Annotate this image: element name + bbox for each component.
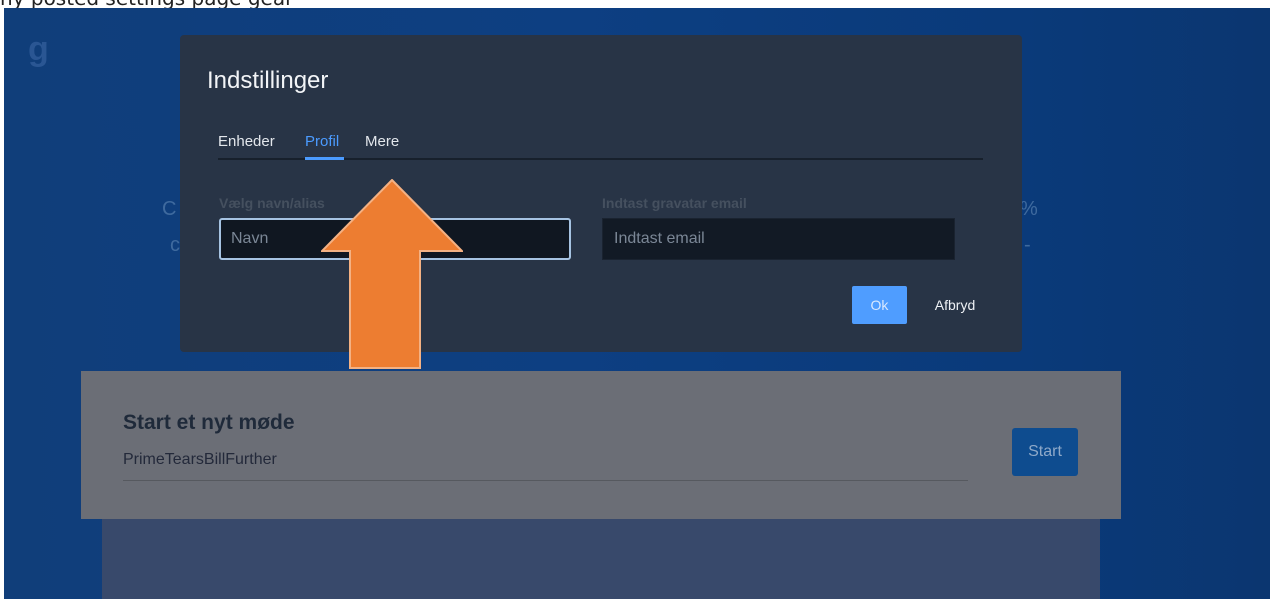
start-meeting-button[interactable]: Start: [1012, 428, 1078, 476]
background-text-left-2: c: [170, 234, 180, 256]
tab-profil[interactable]: Profil: [305, 133, 339, 150]
start-meeting-card: Start et nyt møde PrimeTearsBillFurther …: [81, 371, 1121, 519]
email-field-label: Indtast gravatar email: [602, 195, 747, 211]
lower-panel: [102, 518, 1100, 599]
top-strip: ny posted settings page gear: [0, 0, 1274, 8]
background-text-right-2: -: [1024, 234, 1031, 256]
app-background: g C c % - Start et nyt møde PrimeTearsBi…: [4, 8, 1270, 599]
email-input[interactable]: [602, 218, 955, 260]
room-name-underline: [123, 480, 968, 481]
cancel-button[interactable]: Afbryd: [920, 286, 990, 324]
start-meeting-title: Start et nyt møde: [123, 411, 295, 434]
name-field-label: Vælg navn/alias: [219, 195, 325, 211]
top-strip-text: ny posted settings page gear: [0, 0, 293, 8]
background-text-right-1: %: [1020, 198, 1038, 220]
active-tab-indicator: [305, 157, 344, 160]
background-logo-fragment: g: [28, 30, 49, 68]
settings-dialog: Indstillinger Enheder Profil Mere Vælg n…: [180, 35, 1022, 352]
tab-mere[interactable]: Mere: [365, 133, 399, 150]
room-name-value[interactable]: PrimeTearsBillFurther: [123, 451, 277, 469]
tab-enheder[interactable]: Enheder: [218, 133, 275, 150]
background-text-left-1: C: [162, 198, 177, 220]
orange-up-arrow-icon: [321, 179, 463, 369]
dialog-title: Indstillinger: [207, 67, 329, 94]
ok-button[interactable]: Ok: [852, 286, 907, 324]
